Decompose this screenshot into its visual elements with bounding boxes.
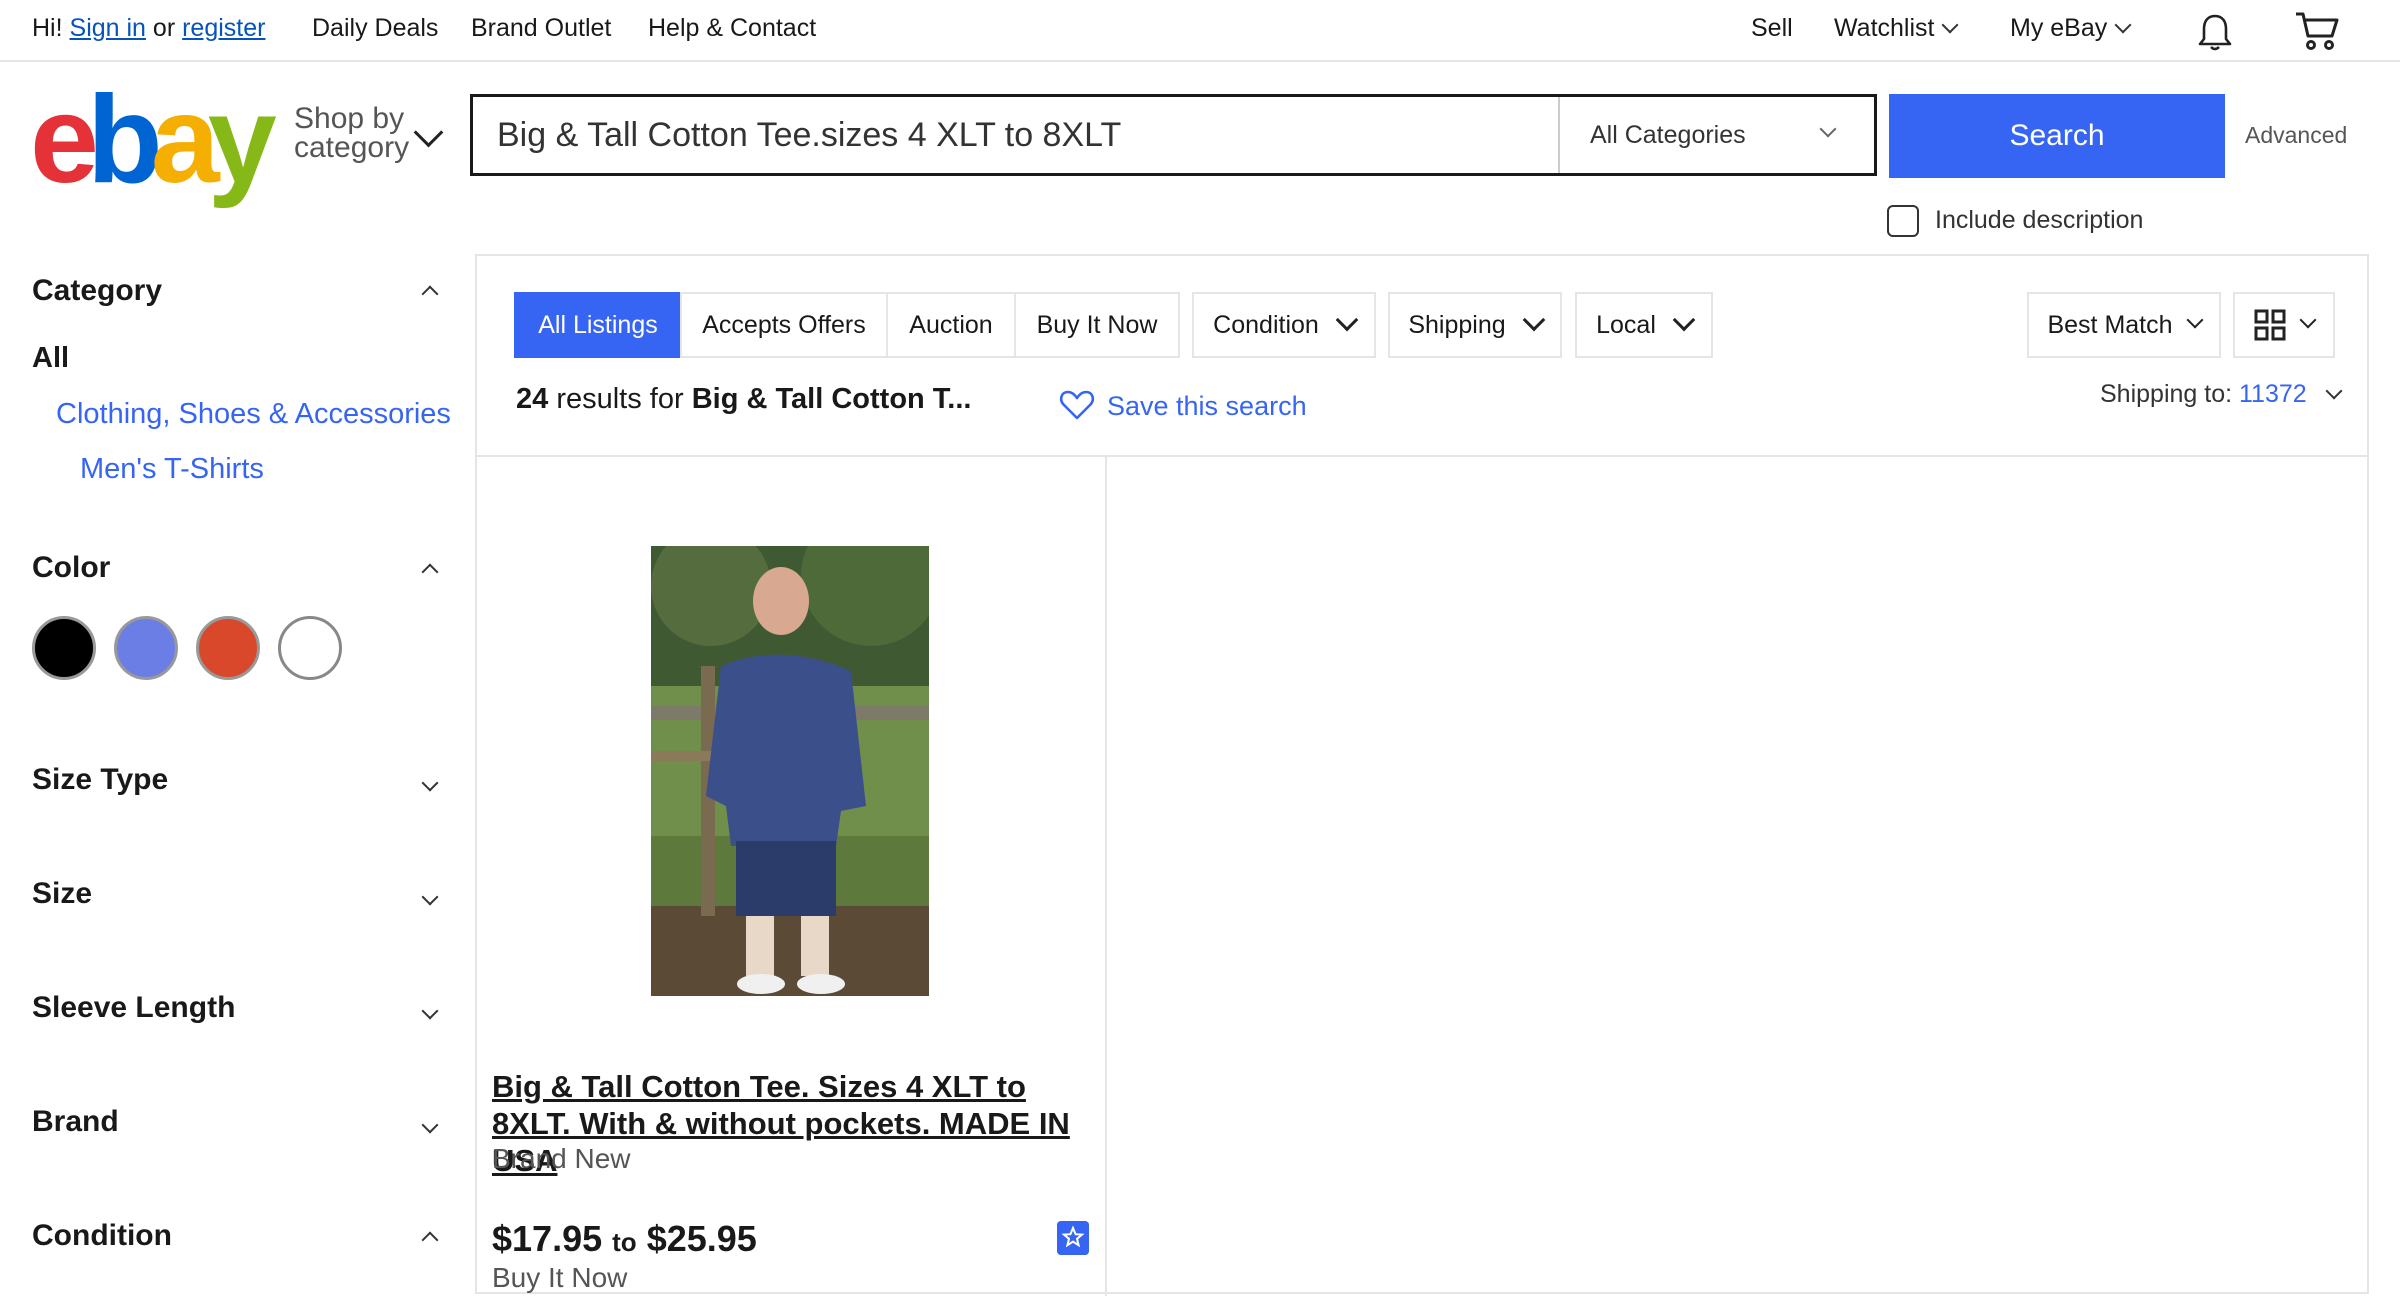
local-filter-dropdown[interactable]: Local bbox=[1575, 292, 1713, 358]
shop-by-line2: category bbox=[294, 131, 410, 164]
sort-label: Best Match bbox=[2047, 310, 2173, 339]
category-select[interactable]: All Categories bbox=[1558, 97, 1874, 173]
category-item-mens-tshirts[interactable]: Men's T-Shirts bbox=[80, 453, 264, 486]
results-query: Big & Tall Cotton T... bbox=[691, 383, 972, 415]
chevron-down-icon bbox=[2186, 311, 2204, 329]
chevron-down-icon bbox=[2325, 382, 2343, 400]
product-image[interactable] bbox=[651, 546, 929, 996]
chevron-down-icon[interactable] bbox=[421, 1002, 439, 1020]
color-swatch-white[interactable] bbox=[278, 616, 342, 680]
chevron-down-icon bbox=[1941, 16, 1959, 34]
greeting: Hi! Sign in or register bbox=[32, 14, 265, 43]
chevron-up-icon[interactable] bbox=[421, 563, 439, 581]
size-type-heading[interactable]: Size Type bbox=[32, 763, 168, 797]
shipping-to-label: Shipping to: bbox=[2100, 380, 2233, 408]
my-ebay-label: My eBay bbox=[2010, 14, 2108, 42]
chevron-down-icon bbox=[2299, 311, 2317, 329]
greeting-text: Hi! bbox=[32, 14, 63, 42]
grid-view-icon bbox=[2254, 309, 2286, 341]
brand-heading[interactable]: Brand bbox=[32, 1105, 119, 1139]
save-search-label: Save this search bbox=[1107, 391, 1307, 421]
register-link[interactable]: register bbox=[182, 14, 265, 42]
divider bbox=[475, 455, 2369, 457]
include-description-checkbox[interactable] bbox=[1887, 205, 1919, 237]
advanced-search-link[interactable]: Advanced bbox=[2245, 122, 2347, 149]
search-bar: All Categories bbox=[470, 94, 1877, 176]
shipping-filter-label: Shipping bbox=[1408, 310, 1506, 339]
product-price: $17.95 to $25.95 bbox=[492, 1218, 757, 1260]
chevron-down-icon bbox=[1335, 308, 1359, 332]
tab-auction[interactable]: Auction bbox=[886, 292, 1016, 358]
cart-icon[interactable] bbox=[2294, 10, 2340, 52]
product-condition: Brand New bbox=[492, 1143, 631, 1174]
shipping-to[interactable]: Shipping to: 11372 bbox=[2100, 380, 2343, 409]
condition-heading[interactable]: Condition bbox=[32, 1219, 172, 1253]
local-filter-label: Local bbox=[1596, 310, 1656, 339]
or-text: or bbox=[152, 14, 176, 42]
chevron-down-icon[interactable] bbox=[421, 1116, 439, 1134]
sleeve-length-heading[interactable]: Sleeve Length bbox=[32, 991, 235, 1025]
help-contact-link[interactable]: Help & Contact bbox=[648, 14, 816, 43]
logo-letter: a bbox=[150, 71, 220, 209]
shop-by-category-button[interactable]: Shop by category bbox=[294, 102, 410, 164]
results-number: 24 bbox=[516, 383, 549, 415]
watch-star-icon[interactable] bbox=[1057, 1221, 1089, 1255]
shipping-zip: 11372 bbox=[2239, 380, 2307, 408]
tab-all-listings[interactable]: All Listings bbox=[514, 292, 682, 358]
tab-buy-it-now[interactable]: Buy It Now bbox=[1014, 292, 1180, 358]
chevron-down-icon bbox=[1819, 120, 1837, 138]
price-high: $25.95 bbox=[646, 1218, 757, 1259]
tab-accepts-offers[interactable]: Accepts Offers bbox=[680, 292, 888, 358]
price-to: to bbox=[612, 1227, 637, 1257]
logo-letter: y bbox=[207, 71, 277, 209]
price-low: $17.95 bbox=[492, 1218, 603, 1259]
chevron-down-icon[interactable] bbox=[413, 117, 444, 148]
color-swatch-red[interactable] bbox=[196, 616, 260, 680]
sell-link[interactable]: Sell bbox=[1751, 14, 1793, 43]
watchlist-label: Watchlist bbox=[1834, 14, 1935, 42]
chevron-down-icon[interactable] bbox=[421, 888, 439, 906]
category-select-value: All Categories bbox=[1590, 121, 1746, 149]
color-swatch-black[interactable] bbox=[32, 616, 96, 680]
my-ebay-menu[interactable]: My eBay bbox=[2010, 14, 2132, 43]
sort-dropdown[interactable]: Best Match bbox=[2027, 292, 2221, 358]
search-button[interactable]: Search bbox=[1889, 94, 2225, 178]
condition-filter-label: Condition bbox=[1213, 310, 1319, 339]
shipping-filter-dropdown[interactable]: Shipping bbox=[1388, 292, 1562, 358]
divider bbox=[1105, 456, 1107, 1296]
chevron-down-icon[interactable] bbox=[421, 774, 439, 792]
condition-filter-dropdown[interactable]: Condition bbox=[1192, 292, 1376, 358]
save-search-button[interactable]: Save this search bbox=[1059, 389, 1307, 422]
watchlist-menu[interactable]: Watchlist bbox=[1834, 14, 1959, 43]
shop-by-line1: Shop by bbox=[294, 102, 405, 135]
chevron-down-icon bbox=[1672, 308, 1696, 332]
daily-deals-link[interactable]: Daily Deals bbox=[312, 14, 438, 43]
results-count: 24 results for Big & Tall Cotton T... bbox=[516, 383, 971, 416]
search-input[interactable] bbox=[473, 97, 1558, 173]
chevron-down-icon bbox=[2114, 16, 2132, 34]
sign-in-link[interactable]: Sign in bbox=[70, 14, 146, 42]
chevron-up-icon[interactable] bbox=[421, 285, 439, 303]
ebay-logo[interactable]: ebay bbox=[30, 71, 277, 209]
include-description-label[interactable]: Include description bbox=[1935, 206, 2143, 235]
color-swatch-blue[interactable] bbox=[114, 616, 178, 680]
chevron-up-icon[interactable] bbox=[421, 1231, 439, 1249]
top-bar: Hi! Sign in or register Daily Deals Bran… bbox=[0, 0, 2400, 62]
category-heading[interactable]: Category bbox=[32, 274, 162, 308]
notification-bell-icon[interactable] bbox=[2196, 12, 2234, 52]
size-heading[interactable]: Size bbox=[32, 877, 92, 911]
logo-letter: e bbox=[30, 71, 99, 209]
view-toggle-dropdown[interactable] bbox=[2233, 292, 2335, 358]
product-buy-format: Buy It Now bbox=[492, 1262, 628, 1293]
color-heading[interactable]: Color bbox=[32, 551, 110, 585]
category-item-clothing[interactable]: Clothing, Shoes & Accessories bbox=[56, 398, 451, 431]
heart-icon bbox=[1059, 390, 1095, 420]
category-all[interactable]: All bbox=[32, 342, 69, 375]
brand-outlet-link[interactable]: Brand Outlet bbox=[471, 14, 611, 43]
chevron-down-icon bbox=[1522, 308, 1545, 332]
logo-letter: b bbox=[86, 71, 163, 209]
results-text: results for bbox=[556, 383, 684, 415]
